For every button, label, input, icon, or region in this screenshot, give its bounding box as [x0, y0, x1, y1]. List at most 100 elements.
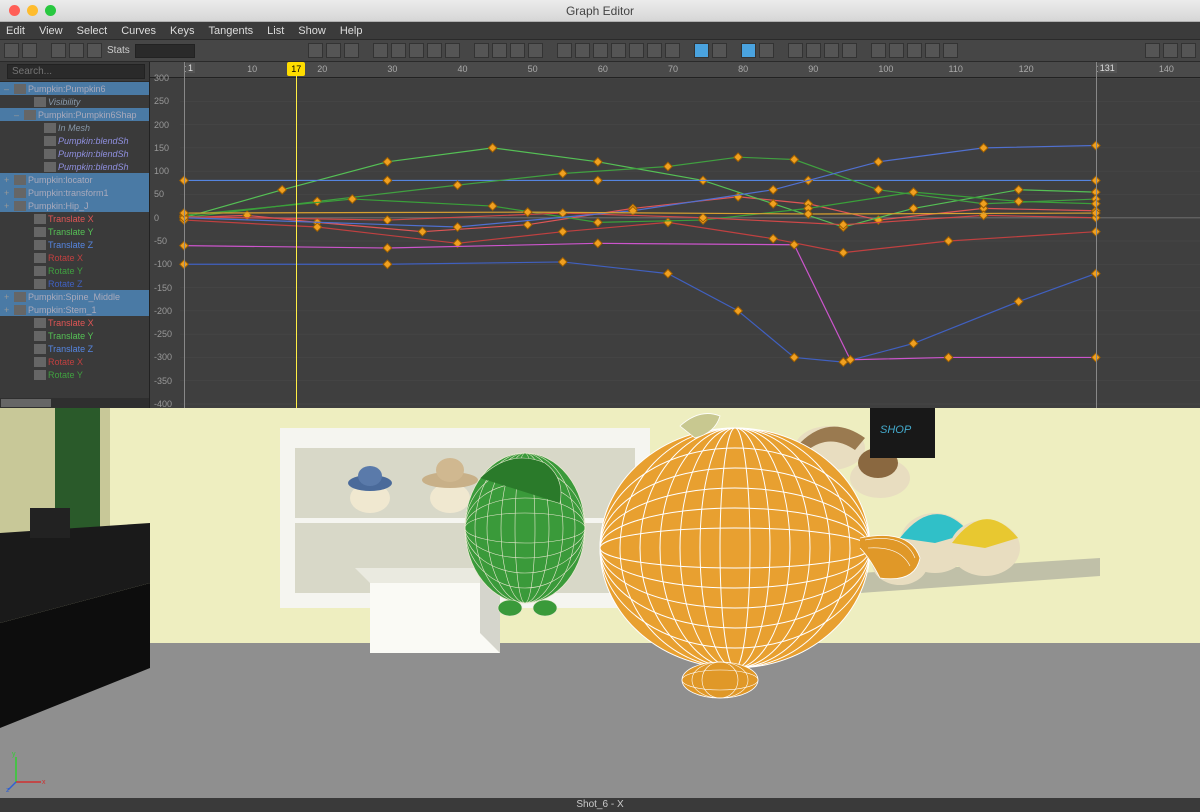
outliner-row[interactable]: Translate X	[0, 212, 149, 225]
viewport[interactable]: SHOP	[0, 408, 1200, 798]
menu-curves[interactable]: Curves	[121, 25, 156, 37]
graph-view[interactable]: 1102030405060708090100110120131140 11311…	[150, 62, 1200, 408]
open-dope-icon[interactable]	[1145, 43, 1160, 58]
oscillate-icon[interactable]	[943, 43, 958, 58]
break-tangent-icon[interactable]	[474, 43, 489, 58]
outliner-row[interactable]: Rotate Y	[0, 264, 149, 277]
unify-tangent-icon[interactable]	[492, 43, 507, 58]
node-icon	[14, 292, 26, 302]
stats-input[interactable]	[135, 44, 195, 58]
outliner-row[interactable]: Pumpkin:blendSh	[0, 147, 149, 160]
outliner-row[interactable]: +Pumpkin:Spine_Middle	[0, 290, 149, 303]
flat-tangent-icon[interactable]	[629, 43, 644, 58]
tool-insert-icon[interactable]	[22, 43, 37, 58]
node-icon	[14, 188, 26, 198]
outliner-list[interactable]: –Pumpkin:Pumpkin6Visibility–Pumpkin:Pump…	[0, 82, 149, 398]
outliner-row[interactable]: –Pumpkin:Pumpkin6Shap	[0, 108, 149, 121]
scrollbar[interactable]	[0, 398, 149, 408]
buffer-a-icon[interactable]	[694, 43, 709, 58]
outliner-row[interactable]: Pumpkin:blendSh	[0, 160, 149, 173]
outliner-row[interactable]: Rotate Z	[0, 277, 149, 290]
menu-show[interactable]: Show	[298, 25, 326, 37]
node-icon	[34, 370, 46, 380]
outliner-row[interactable]: Translate Y	[0, 225, 149, 238]
node-icon	[44, 136, 56, 146]
svg-text:y: y	[12, 752, 16, 758]
node-icon	[44, 162, 56, 172]
tool-move-icon[interactable]	[4, 43, 19, 58]
plateau-tangent-icon[interactable]	[665, 43, 680, 58]
open-trax-icon[interactable]	[1163, 43, 1178, 58]
menu-view[interactable]: View	[39, 25, 63, 37]
node-icon	[34, 214, 46, 224]
spline-tangent-icon[interactable]	[575, 43, 590, 58]
outliner-row[interactable]: +Pumpkin:locator	[0, 173, 149, 186]
outliner-row[interactable]: Translate X	[0, 316, 149, 329]
tool-region-icon[interactable]	[69, 43, 84, 58]
node-icon	[34, 331, 46, 341]
menu-tangents[interactable]: Tangents	[209, 25, 254, 37]
cycle-icon[interactable]	[907, 43, 922, 58]
spline-icon[interactable]	[373, 43, 388, 58]
lock-tangent-icon[interactable]	[528, 43, 543, 58]
stacked-icon[interactable]	[806, 43, 821, 58]
clamped-icon[interactable]	[409, 43, 424, 58]
search-input[interactable]	[7, 64, 145, 79]
menu-list[interactable]: List	[267, 25, 284, 37]
svg-text:z: z	[6, 787, 10, 792]
menu-select[interactable]: Select	[77, 25, 108, 37]
normalize-icon[interactable]	[824, 43, 839, 58]
step-tangent-icon[interactable]	[647, 43, 662, 58]
outliner-row[interactable]: Translate Y	[0, 329, 149, 342]
center-icon[interactable]	[344, 43, 359, 58]
outliner-row[interactable]: +Pumpkin:transform1	[0, 186, 149, 199]
outliner-row[interactable]: Translate Z	[0, 238, 149, 251]
toolbar: Stats	[0, 40, 1200, 62]
outliner-row[interactable]: +Pumpkin:Hip_J	[0, 199, 149, 212]
renorm-icon[interactable]	[842, 43, 857, 58]
outliner-panel: –Pumpkin:Pumpkin6Visibility–Pumpkin:Pump…	[0, 62, 150, 408]
buffer-b-icon[interactable]	[712, 43, 727, 58]
node-icon	[34, 266, 46, 276]
pre-infinity-icon[interactable]	[871, 43, 886, 58]
settings-icon[interactable]	[1181, 43, 1196, 58]
frame-all-icon[interactable]	[308, 43, 323, 58]
isolate-icon[interactable]	[788, 43, 803, 58]
node-icon	[34, 240, 46, 250]
outliner-row[interactable]: In Mesh	[0, 121, 149, 134]
cycle-offset-icon[interactable]	[925, 43, 940, 58]
outliner-row[interactable]: Rotate Y	[0, 368, 149, 381]
node-icon	[14, 201, 26, 211]
outliner-row[interactable]: –Pumpkin:Pumpkin6	[0, 82, 149, 95]
node-icon	[14, 305, 26, 315]
outliner-row[interactable]: Rotate X	[0, 355, 149, 368]
linear-icon[interactable]	[391, 43, 406, 58]
auto-tangent-icon[interactable]	[557, 43, 572, 58]
stepped-icon[interactable]	[427, 43, 442, 58]
node-icon	[14, 175, 26, 185]
time-ruler[interactable]: 1102030405060708090100110120131140	[150, 62, 1200, 78]
outliner-row[interactable]: +Pumpkin:Stem_1	[0, 303, 149, 316]
graph-editor-panel: Edit View Select Curves Keys Tangents List Show…	[0, 22, 1200, 408]
tool-lattice-icon[interactable]	[51, 43, 66, 58]
menu-help[interactable]: Help	[340, 25, 363, 37]
sign-text: SHOP	[880, 424, 912, 436]
menu-keys[interactable]: Keys	[170, 25, 194, 37]
clamped-tangent-icon[interactable]	[593, 43, 608, 58]
menu-edit[interactable]: Edit	[6, 25, 25, 37]
outliner-row[interactable]: Pumpkin:blendSh	[0, 134, 149, 147]
node-icon	[34, 97, 46, 107]
linear-tangent-icon[interactable]	[611, 43, 626, 58]
statusbar: Shot_6 - X	[0, 798, 1200, 812]
frame-playback-icon[interactable]	[326, 43, 341, 58]
flat-icon[interactable]	[445, 43, 460, 58]
snap-value-icon[interactable]	[759, 43, 774, 58]
outliner-row[interactable]: Translate Z	[0, 342, 149, 355]
post-infinity-icon[interactable]	[889, 43, 904, 58]
curve-canvas[interactable]	[150, 62, 1200, 408]
snap-time-icon[interactable]	[741, 43, 756, 58]
free-tangent-icon[interactable]	[510, 43, 525, 58]
outliner-row[interactable]: Visibility	[0, 95, 149, 108]
tool-retime-icon[interactable]	[87, 43, 102, 58]
outliner-row[interactable]: Rotate X	[0, 251, 149, 264]
